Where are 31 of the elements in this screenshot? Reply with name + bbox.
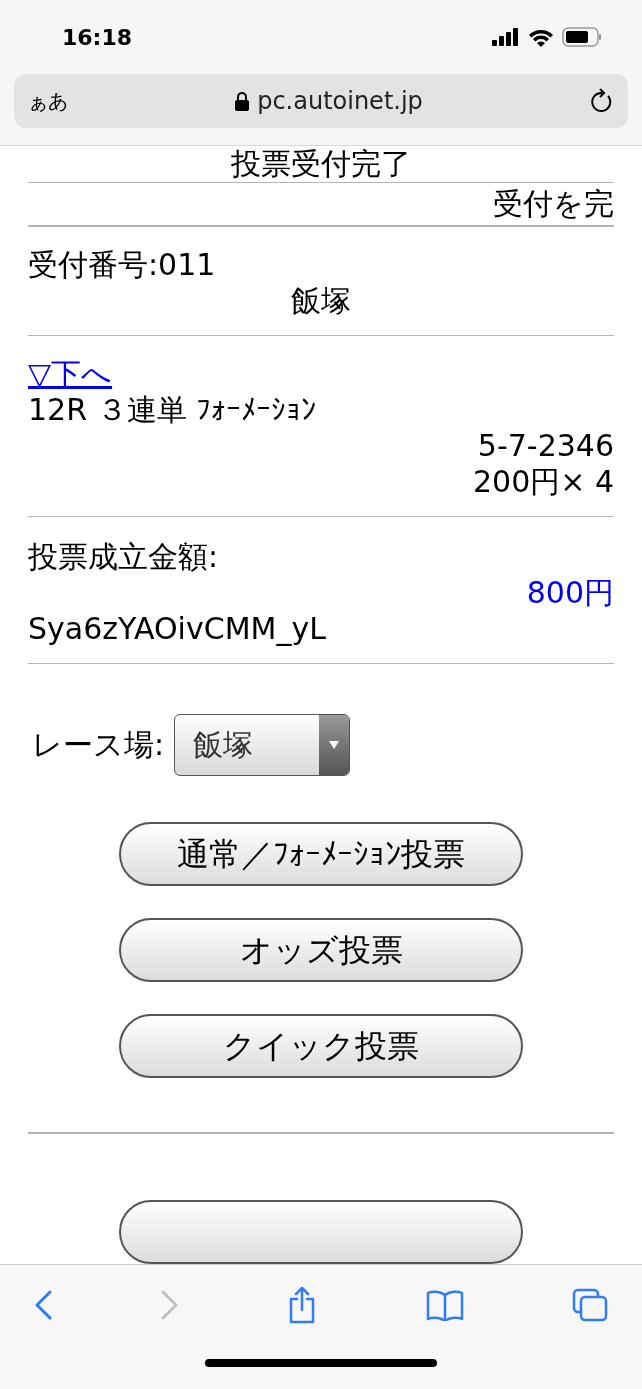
vote-button[interactable]: クイック投票	[119, 1014, 523, 1079]
wifi-icon	[528, 27, 554, 47]
total-label: 投票成立金額:	[28, 538, 220, 575]
share-icon[interactable]	[287, 1286, 317, 1324]
tabs-icon[interactable]	[572, 1288, 608, 1322]
lock-icon	[235, 91, 250, 111]
jump-down-link[interactable]: ▽下へ	[28, 355, 113, 392]
combination-text: 5-7-2346	[477, 427, 614, 464]
notice-text: 受付を完	[493, 186, 614, 223]
main-menu-button[interactable]	[119, 1200, 523, 1264]
reload-icon[interactable]	[590, 88, 614, 114]
bookmarks-icon[interactable]	[425, 1289, 464, 1321]
vote-button[interactable]: 通常／ﾌｫｰﾒｰｼｮﾝ投票	[119, 822, 523, 887]
venue-select-label: レース場:	[32, 727, 165, 764]
signal-icon	[492, 28, 520, 46]
venue-select[interactable]: 飯塚	[174, 714, 351, 777]
text-size-button[interactable]: ぁあ	[28, 86, 68, 116]
venue-name: 飯塚	[291, 282, 351, 319]
bet-type: 12R ３連単 ﾌｫｰﾒｰｼｮﾝ	[28, 391, 318, 428]
code-text: Sya6zYAOivCMM_yL	[28, 610, 327, 647]
receipt-number: 受付番号:011	[28, 246, 217, 283]
stake-text: 200円× 4	[472, 463, 614, 500]
vote-button[interactable]: オッズ投票	[119, 918, 523, 983]
url-text: pc.autoinet.jp	[257, 86, 423, 117]
page-title: 投票受付完了	[231, 146, 411, 183]
back-icon[interactable]	[34, 1290, 52, 1320]
total-amount: 800円	[526, 574, 614, 611]
address-bar[interactable]: ぁあ pc.autoinet.jp	[14, 74, 628, 128]
battery-icon	[562, 27, 602, 47]
dropdown-caret-icon	[329, 741, 340, 750]
status-time: 16:18	[62, 23, 133, 52]
